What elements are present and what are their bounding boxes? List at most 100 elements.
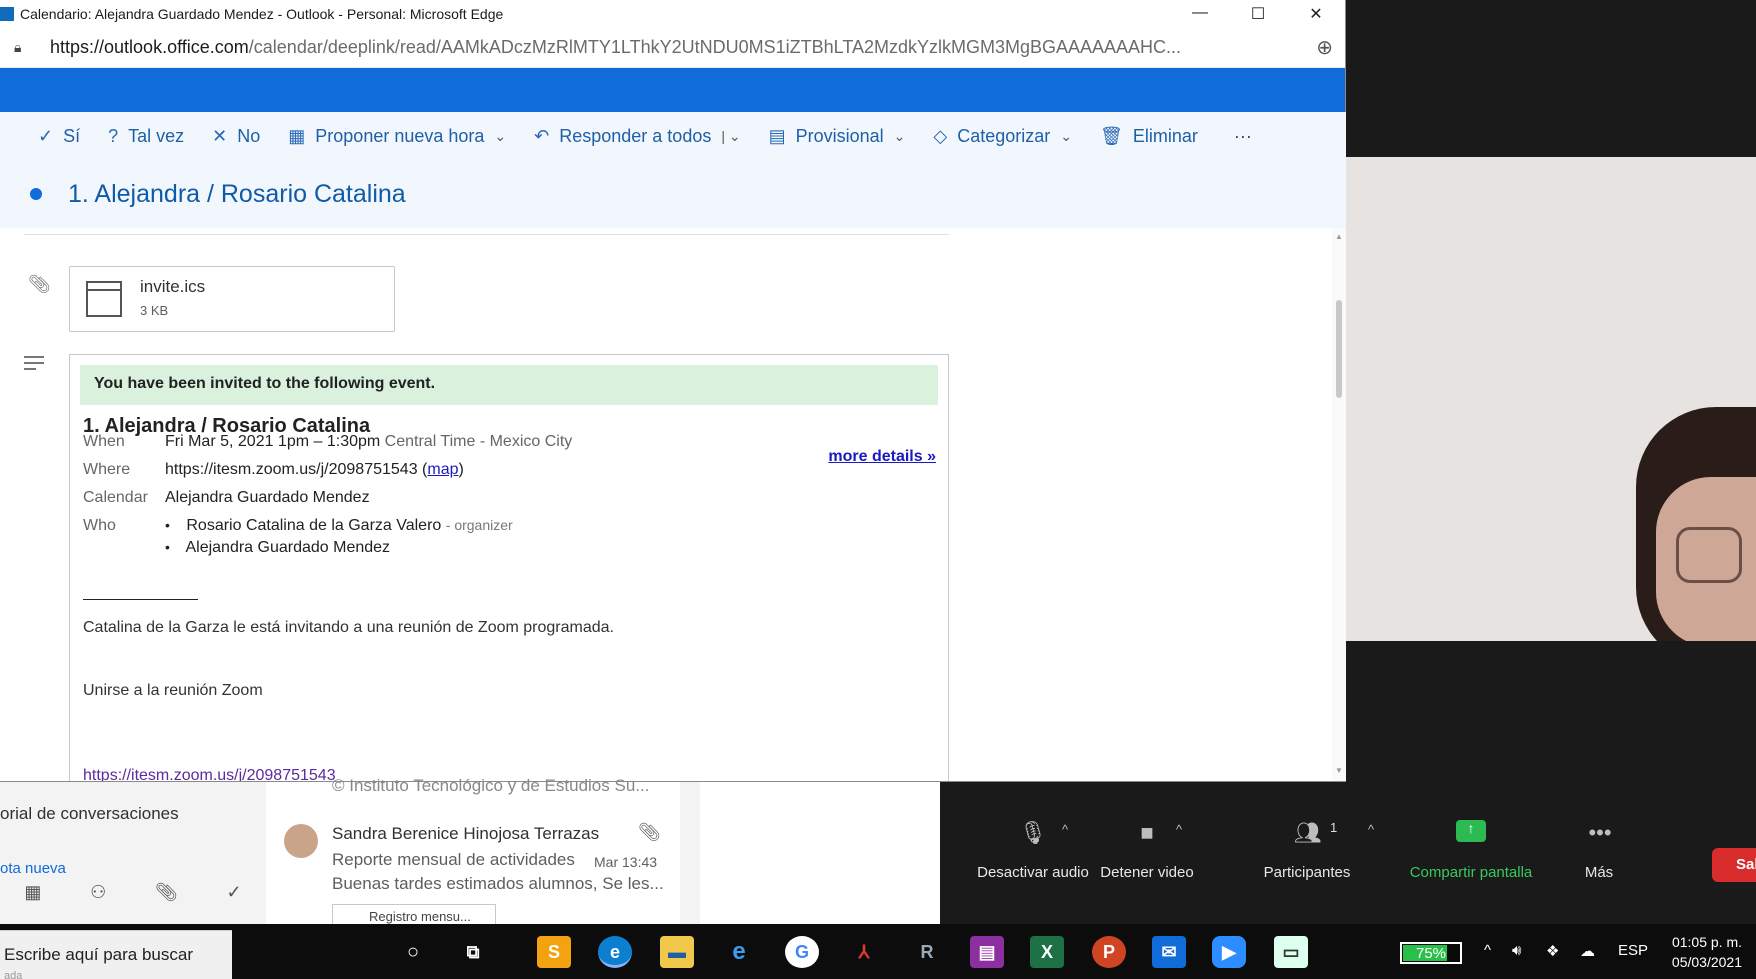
chevron-down-icon[interactable]: ⌄ [494, 128, 506, 145]
excel-icon[interactable]: X [1030, 936, 1064, 968]
maximize-icon[interactable]: ☐ [1229, 4, 1287, 24]
decline-button[interactable]: ✕ No [212, 126, 260, 147]
share-screen-icon[interactable]: ↑ [1456, 820, 1486, 842]
leave-button[interactable]: Sal [1712, 848, 1756, 882]
tag-icon: ◇ [933, 125, 948, 146]
notepad-icon[interactable]: ▭ [1274, 936, 1308, 968]
audio-options-caret[interactable]: ^ [1062, 822, 1068, 837]
chevron-down-icon[interactable]: ⌄ [894, 128, 906, 145]
calendar-icon[interactable]: ▦ [24, 882, 41, 903]
folder-conversation-history[interactable]: orial de conversaciones [0, 804, 179, 824]
message-list-item[interactable]: © Instituto Tecnológico y de Estudios Su… [266, 776, 680, 930]
categorize-button[interactable]: ◇ Categorizar ⌄ [933, 126, 1072, 147]
accept-button[interactable]: ✓ Sí [38, 126, 80, 147]
vertical-scrollbar[interactable]: ▲ ▼ [1332, 228, 1346, 781]
chevron-down-icon[interactable]: ⌄ [1060, 128, 1072, 145]
internet-explorer-icon[interactable]: e [722, 936, 756, 968]
map-link[interactable]: map [427, 461, 458, 478]
sublime-text-icon[interactable]: S [537, 936, 571, 968]
add-favorite-icon[interactable]: ⊕ [1316, 35, 1333, 60]
clock-date: 05/03/2021 [1671, 954, 1742, 970]
scroll-down-icon[interactable]: ▼ [1335, 766, 1343, 775]
propose-new-time-button[interactable]: ▦ Proponer nueva hora ⌄ [288, 126, 506, 147]
message-sender: Sandra Berenice Hinojosa Terrazas [332, 824, 600, 843]
input-language[interactable]: ESP [1618, 942, 1648, 959]
video-options-caret[interactable]: ^ [1176, 822, 1182, 837]
onedrive-icon[interactable]: ☁ [1580, 942, 1595, 960]
dropbox-icon[interactable]: ❖ [1546, 942, 1559, 960]
system-clock[interactable]: 01:05 p. m. 05/03/2021 [1672, 932, 1742, 972]
new-note-link[interactable]: ota nueva [0, 860, 66, 877]
chevron-down-icon[interactable]: | ⌄ [721, 128, 740, 145]
invite-message: Catalina de la Garza le está invitando a… [83, 619, 614, 636]
invite-body: You have been invited to the following e… [69, 354, 949, 781]
when-label: When [83, 433, 125, 450]
window-controls: — ☐ ✕ [1171, 4, 1345, 24]
invite-banner: You have been invited to the following e… [80, 365, 938, 405]
show-as-button[interactable]: ▤ Provisional ⌄ [769, 126, 906, 147]
files-icon[interactable]: 📎︎ [155, 882, 178, 903]
url-host: https://outlook.office.com [50, 37, 249, 57]
lock-icon[interactable]: 🔒︎ [14, 39, 28, 56]
folder-pane: orial de conversaciones ota nueva ▦ ⚇ 📎︎… [0, 782, 266, 924]
scroll-up-icon[interactable]: ▲ [1335, 232, 1343, 241]
chevron-up-icon[interactable]: ^ [1484, 942, 1491, 959]
where-label: Where [83, 461, 131, 478]
more-button[interactable]: Más [1524, 864, 1674, 881]
participants-caret[interactable]: ^ [1368, 822, 1374, 837]
description-icon [24, 356, 44, 374]
edge-icon[interactable]: e [598, 936, 632, 968]
delete-button[interactable]: 🗑︎ Eliminar [1100, 126, 1198, 147]
calendar-value: Alejandra Guardado Mendez [165, 489, 370, 506]
decline-label: No [237, 125, 261, 146]
address-bar[interactable]: 🔒︎ https://outlook.office.com/calendar/d… [0, 28, 1345, 68]
battery-indicator[interactable]: 75% [1400, 942, 1462, 964]
participant-video [1346, 157, 1756, 641]
acrobat-icon[interactable]: ⅄ [847, 936, 881, 968]
command-bar: ✓ Sí ? Tal vez ✕ No ▦ Proponer nueva hora ⌄ ↶… [0, 112, 1346, 160]
powerpoint-icon[interactable]: P [1092, 936, 1126, 968]
more-actions-button[interactable]: ··· [1234, 126, 1252, 147]
winrar-icon[interactable]: ▤ [970, 936, 1004, 968]
cortana-icon[interactable]: ○ [396, 936, 430, 968]
more-dots-icon[interactable]: ••• [1580, 820, 1620, 846]
task-view-icon[interactable]: ⧉ [456, 936, 490, 968]
show-as-label: Provisional [795, 125, 884, 146]
zoom-app-icon[interactable]: ▶ [1212, 936, 1246, 968]
zoom-join-link[interactable]: https://itesm.zoom.us/j/2098751543 [83, 767, 336, 781]
taskbar-search[interactable]: Escribe aquí para buscar ada [0, 930, 232, 979]
participants-count: 1 [1330, 820, 1338, 835]
attachment-card[interactable]: invite.ics 3 KB [69, 266, 395, 332]
google-chrome-icon[interactable]: G [785, 936, 819, 968]
guest-item: Rosario Catalina de la Garza Valero - or… [165, 517, 512, 535]
minimize-icon[interactable]: — [1171, 4, 1229, 24]
r-studio-icon[interactable]: R [910, 936, 944, 968]
guest-item: Alejandra Guardado Mendez [165, 539, 390, 557]
participants-button[interactable]: Participantes [1232, 864, 1382, 881]
outlook-header-bar [0, 68, 1345, 112]
todo-icon[interactable]: ✓ [227, 882, 242, 903]
calendar-clock-icon: ▦ [288, 125, 306, 146]
tentative-label: Tal vez [128, 125, 185, 146]
tentative-button[interactable]: ? Tal vez [108, 126, 184, 147]
mail-icon[interactable]: ✉ [1152, 936, 1186, 968]
stop-video-button[interactable]: Detener video [1072, 864, 1222, 881]
video-camera-icon[interactable]: ■ [1127, 820, 1167, 846]
participants-icon[interactable]: 👥︎ [1288, 820, 1328, 846]
close-icon[interactable]: ✕ [1287, 4, 1345, 24]
reply-all-button[interactable]: ↶ Responder a todos | ⌄ [534, 126, 740, 147]
reading-pane[interactable]: 📎︎ invite.ics 3 KB You have been invited… [0, 228, 1332, 781]
list-scrollbar[interactable] [680, 782, 700, 924]
microphone-icon[interactable]: 🎙︎ [1013, 820, 1053, 846]
scroll-thumb[interactable] [1336, 300, 1342, 398]
window-title: Calendario: Alejandra Guardado Mendez - … [20, 6, 504, 22]
more-details-link[interactable]: more details » [828, 448, 936, 466]
where-row: Where https://itesm.zoom.us/j/2098751543 … [83, 461, 464, 478]
people-icon[interactable]: ⚇ [90, 882, 106, 903]
attachment-size: 3 KB [140, 303, 169, 318]
message-subject: Reporte mensual de actividades [332, 850, 575, 869]
file-explorer-icon[interactable]: ▬ [660, 936, 694, 968]
url-text[interactable]: https://outlook.office.com/calendar/deep… [50, 37, 1290, 58]
volume-icon[interactable]: 🔊︎ [1512, 942, 1521, 959]
outlook-main-window: orial de conversaciones ota nueva ▦ ⚇ 📎︎… [0, 776, 940, 930]
